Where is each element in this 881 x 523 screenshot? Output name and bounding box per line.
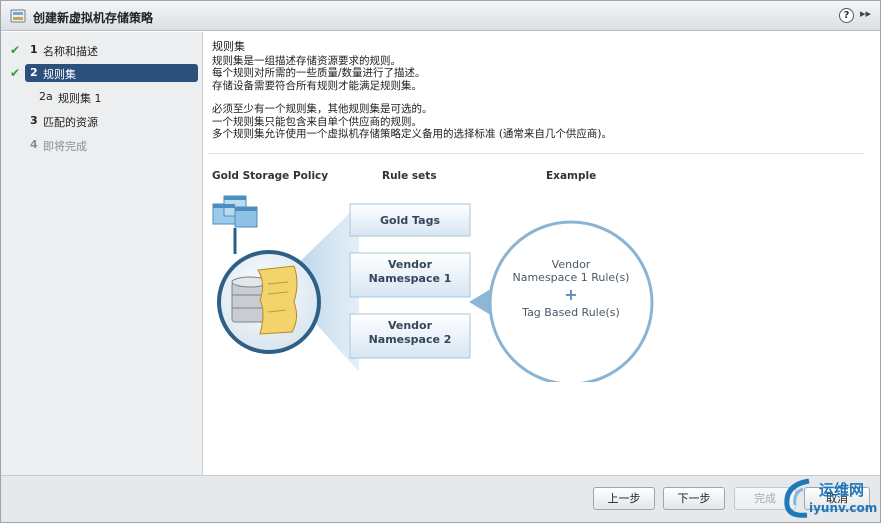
description-line: 存储设备需要符合所有规则才能满足规则集。 <box>212 79 422 92</box>
description-line: 多个规则集允许使用一个虚拟机存储策略定义备用的选择标准 (通常来自几个供应商)。 <box>212 128 613 140</box>
step-ready-to-complete: 4 即将完成 <box>1 135 203 155</box>
step-number: 3 <box>30 114 38 127</box>
watermark-text: 运维网 <box>819 481 865 499</box>
expand-icon[interactable]: ▸▸ <box>860 7 874 23</box>
step-number: 2 <box>30 66 38 79</box>
storage-policy-icon <box>10 9 26 23</box>
step-label: 即将完成 <box>43 140 87 153</box>
step-name-description[interactable]: ✔ 1 名称和描述 <box>1 40 203 60</box>
rule-sets-description: 规则集 规则集是一组描述存储资源要求的规则。 每个规则对所需的一些质量/数量进行… <box>212 40 862 141</box>
policy-windows-icon <box>212 195 258 254</box>
step-rule-sets[interactable]: ✔ 2 规则集 <box>1 63 203 83</box>
rule-set-vendor-1: Vendor Namespace 1 <box>368 258 452 285</box>
wizard-window: 创建新虚拟机存储策略 ? ▸▸ ✔ 1 名称和描述 ✔ 2 规则集 2a 规则集… <box>0 0 881 523</box>
description-line: 必须至少有一个规则集，其他规则集是可选的。 <box>212 103 433 115</box>
main-content: 规则集 规则集是一组描述存储资源要求的规则。 每个规则对所需的一些质量/数量进行… <box>204 32 880 475</box>
checkmark-icon: ✔ <box>10 66 21 80</box>
wizard-steps-sidebar: ✔ 1 名称和描述 ✔ 2 规则集 2a 规则集 1 3 匹配的资源 4 即将完… <box>1 32 203 475</box>
description-line: 规则集是一组描述存储资源要求的规则。 <box>212 54 401 67</box>
divider <box>208 153 864 154</box>
storage-policy-circle <box>217 250 321 354</box>
plus-icon: + <box>564 285 578 304</box>
help-button[interactable]: ? <box>839 8 854 23</box>
window-title: 创建新虚拟机存储策略 <box>33 11 154 25</box>
step-label: 名称和描述 <box>43 45 98 58</box>
back-button[interactable]: 上一步 <box>593 487 655 510</box>
description-line: 每个规则对所需的一些质量/数量进行了描述。 <box>212 67 426 79</box>
rule-set-gold-tags: Gold Tags <box>380 213 440 227</box>
step-matching-resources[interactable]: 3 匹配的资源 <box>1 111 203 131</box>
step-number: 2a <box>39 90 53 103</box>
step-label: 匹配的资源 <box>43 116 98 129</box>
step-rule-set-1[interactable]: 2a 规则集 1 <box>1 87 203 107</box>
example-text: Vendor Namespace 1 Rule(s) + Tag Based R… <box>490 258 652 319</box>
section-heading: 规则集 <box>212 40 245 53</box>
title-bar: 创建新虚拟机存储策略 ? ▸▸ <box>1 1 880 31</box>
description-line: 一个规则集只能包含来自单个供应商的规则。 <box>212 115 422 128</box>
wizard-footer: 上一步 下一步 完成 取消 <box>1 475 880 522</box>
watermark-url: iyunv.com <box>809 501 878 515</box>
step-number: 4 <box>30 138 38 151</box>
step-label: 规则集 <box>43 68 76 81</box>
rule-set-vendor-2: Vendor Namespace 2 <box>368 319 452 346</box>
step-number: 1 <box>30 43 38 56</box>
site-watermark: 运维网 iyunv.com <box>779 471 879 521</box>
checkmark-icon: ✔ <box>10 43 21 57</box>
rule-sets-diagram: Gold Storage Policy Rule sets Example Go… <box>204 162 880 382</box>
next-button[interactable]: 下一步 <box>663 487 725 510</box>
step-label: 规则集 1 <box>58 92 102 105</box>
